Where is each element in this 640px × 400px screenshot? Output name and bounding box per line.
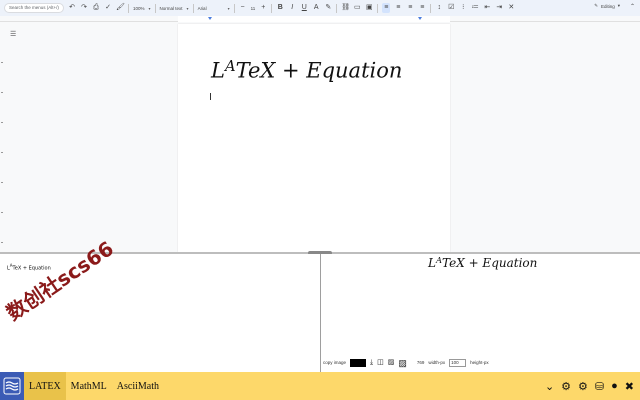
ruler-track	[178, 16, 450, 22]
tab-mathml[interactable]: MathML	[66, 372, 112, 400]
vertical-ruler	[0, 22, 5, 252]
github-icon[interactable]: ●	[611, 380, 618, 392]
clear-formatting-icon[interactable]: ✕	[507, 3, 515, 13]
document-page[interactable]: LATeX + Equation	[178, 24, 450, 252]
toolbar-divider	[336, 3, 338, 13]
pencil-icon: ✎	[594, 3, 598, 8]
font-size-input[interactable]: 11	[251, 6, 256, 11]
increase-font-icon[interactable]: +	[259, 3, 267, 13]
menu-search-input[interactable]: Search the menus (Alt+/)	[4, 3, 64, 13]
bulleted-list-icon[interactable]: ⁝	[459, 3, 467, 13]
close-icon[interactable]: ✖	[625, 380, 634, 393]
extension-bar: LATEX MathML AsciiMath ⌄ ⚙ ⚙ ⛁ ● ✖	[0, 372, 640, 400]
decrease-indent-icon[interactable]: ⇤	[483, 3, 491, 13]
align-left-icon[interactable]: ≡	[382, 3, 391, 13]
waves-icon	[3, 377, 21, 395]
numbered-list-icon[interactable]: ≔	[471, 3, 479, 13]
print-icon[interactable]: ⎙	[92, 3, 100, 13]
align-center-icon[interactable]: ≡	[394, 3, 402, 13]
toolbar-divider	[377, 3, 379, 13]
toolbar-divider	[192, 3, 194, 13]
image-icon[interactable]: ▨	[388, 359, 395, 367]
copy-image-label: copy image	[323, 360, 347, 365]
mode-select[interactable]: ✎ Editing ▾	[594, 3, 620, 9]
align-right-icon[interactable]: ≡	[406, 3, 414, 13]
equation-preview: LATeX + Equation copy image ⤓ ◫ ▨ ▨ 769 …	[321, 254, 640, 372]
horizontal-ruler	[0, 16, 640, 22]
checklist-icon[interactable]: ☑	[447, 3, 455, 13]
ruler-tick	[1, 152, 3, 153]
download-icon[interactable]: ⤓	[370, 359, 373, 367]
width-value: 769	[416, 360, 425, 365]
database-icon[interactable]: ⛁	[595, 380, 604, 393]
ruler-tick	[1, 62, 3, 63]
height-input[interactable]: 100	[449, 358, 467, 367]
docs-toolbar: Search the menus (Alt+/) ↶ ↷ ⎙ ✓ 🖌 100% …	[0, 0, 640, 16]
undo-icon[interactable]: ↶	[68, 3, 76, 13]
watermark: 数创社scs66	[2, 236, 118, 326]
zoom-select[interactable]: 100%	[133, 6, 145, 11]
chevron-down-icon: ▾	[148, 5, 151, 11]
toolbar-divider	[430, 3, 432, 13]
gears-icon[interactable]: ⚙	[578, 380, 588, 393]
spellcheck-icon[interactable]: ✓	[104, 3, 112, 13]
text-cursor	[210, 93, 211, 100]
toolbar-divider	[154, 3, 156, 13]
settings-icon[interactable]: ⚙	[561, 380, 571, 393]
line-spacing-icon[interactable]: ↕	[435, 3, 443, 13]
app-logo-icon[interactable]	[0, 372, 24, 400]
toolbar-divider	[233, 3, 235, 13]
decrease-font-icon[interactable]: −	[239, 3, 247, 13]
left-indent-marker[interactable]	[208, 17, 212, 20]
large-image-icon[interactable]: ▨	[398, 358, 407, 367]
tab-latex[interactable]: LATEX	[24, 372, 66, 400]
preview-equation: LATeX + Equation	[428, 255, 538, 270]
chevron-down-icon: ▾	[227, 5, 230, 11]
document-equation[interactable]: LATeX + Equation	[211, 58, 402, 83]
export-controls: copy image ⤓ ◫ ▨ ▨ 769 width-px 100 heig…	[323, 358, 489, 367]
font-select[interactable]: Arial	[198, 6, 224, 11]
collapse-toolbar-icon[interactable]: ⌃	[630, 3, 635, 10]
svg-icon[interactable]: ◫	[377, 359, 384, 367]
chevron-down-icon: ▾	[186, 5, 189, 11]
color-picker[interactable]	[350, 358, 367, 367]
increase-indent-icon[interactable]: ⇥	[495, 3, 503, 13]
chevron-down-icon: ▾	[617, 3, 620, 8]
tab-asciimath[interactable]: AsciiMath	[112, 372, 164, 400]
bar-actions: ⌄ ⚙ ⚙ ⛁ ● ✖	[545, 372, 634, 400]
justify-icon[interactable]: ≡	[418, 3, 426, 13]
paint-format-icon[interactable]: 🖌	[116, 3, 125, 13]
highlight-icon[interactable]: ✎	[324, 3, 332, 13]
ruler-tick	[1, 92, 3, 93]
mode-label: Editing	[600, 3, 615, 9]
link-icon[interactable]: ⛓	[341, 3, 350, 13]
bold-icon[interactable]: B	[276, 3, 284, 13]
underline-icon[interactable]: U	[300, 3, 308, 13]
style-select[interactable]: Normal text	[160, 6, 183, 11]
italic-icon[interactable]: I	[288, 3, 296, 13]
right-indent-marker[interactable]	[418, 17, 422, 20]
ruler-tick	[1, 212, 3, 213]
latex-source-editor[interactable]: LATeX + Equation 数创社scs66	[0, 236, 320, 372]
ruler-tick	[1, 242, 3, 243]
width-unit: width-px	[428, 360, 446, 365]
redo-icon[interactable]: ↷	[80, 3, 88, 13]
image-icon[interactable]: ▣	[365, 3, 373, 13]
height-unit: height-px	[470, 360, 489, 365]
text-color-icon[interactable]: A	[312, 3, 320, 13]
document-outline-icon[interactable]: ☰	[10, 31, 18, 38]
comment-icon[interactable]: ▭	[353, 3, 361, 13]
toolbar-divider	[128, 3, 129, 13]
toolbar-divider	[271, 3, 273, 13]
ruler-tick	[1, 182, 3, 183]
chevron-down-icon[interactable]: ⌄	[545, 380, 554, 393]
ruler-tick	[1, 122, 3, 123]
